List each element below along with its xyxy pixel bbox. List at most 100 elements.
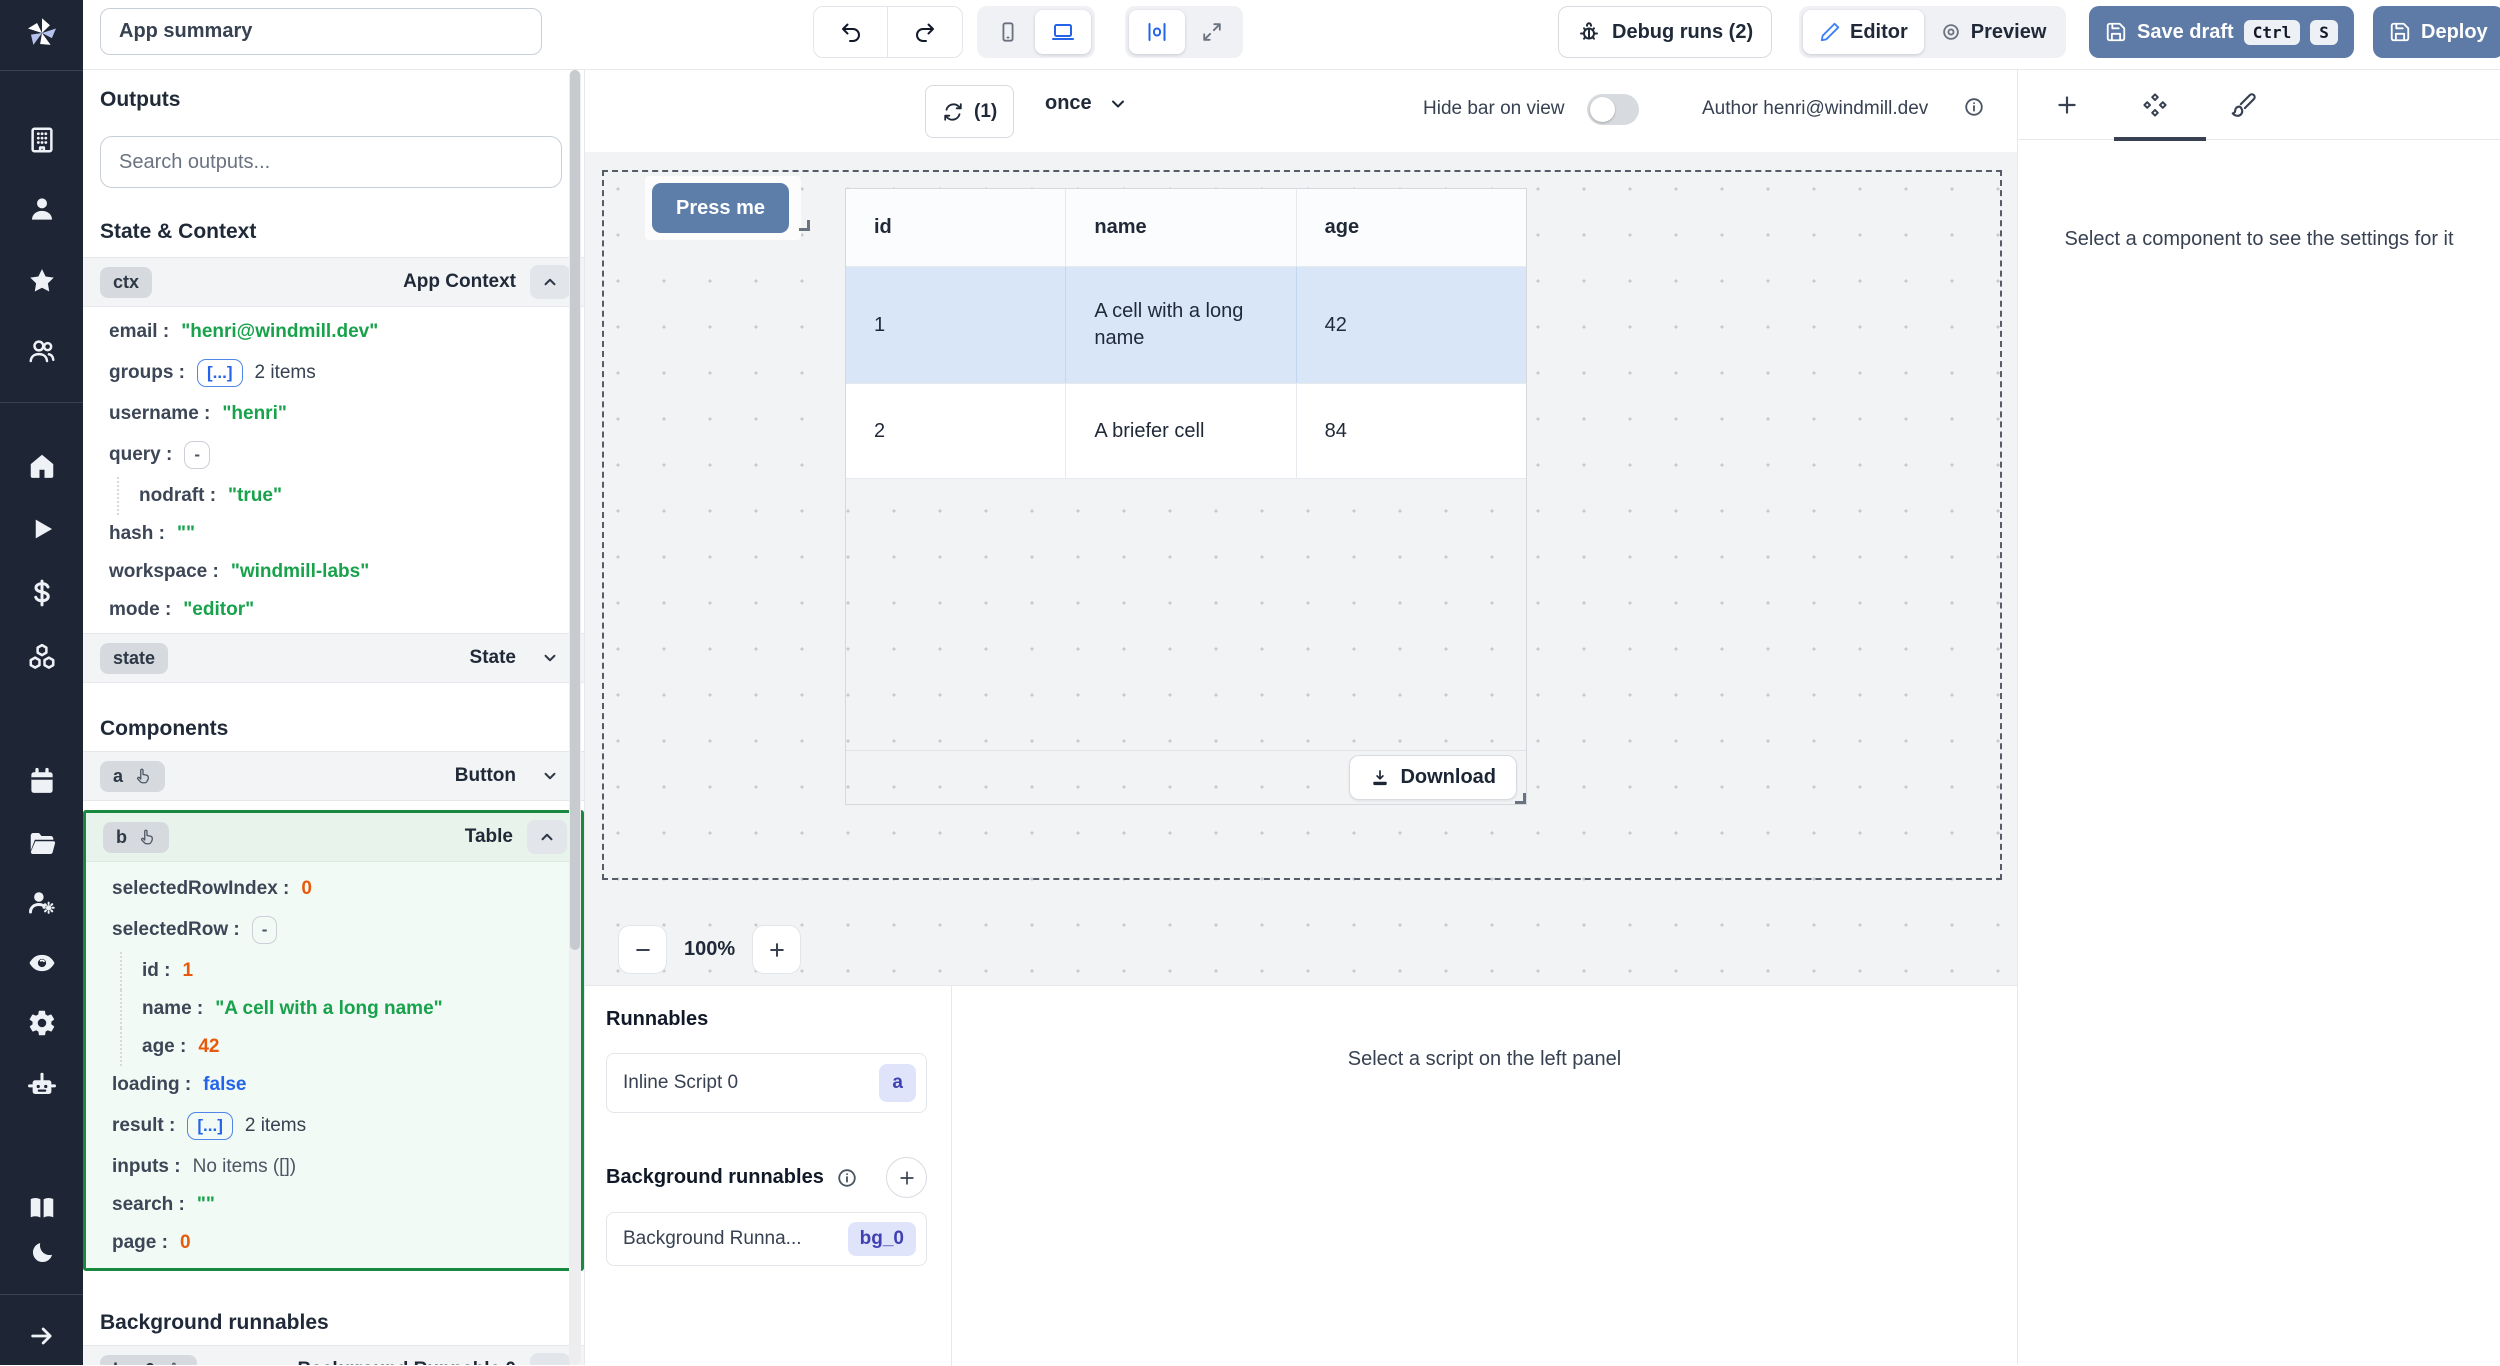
preview-tab[interactable]: Preview	[1924, 10, 2063, 54]
download-icon	[1370, 768, 1390, 788]
collapsed-object-badge[interactable]: -	[184, 441, 210, 469]
outputs-scrollbar[interactable]	[569, 70, 581, 1365]
chevron-up-icon	[541, 1361, 559, 1365]
search-outputs-input[interactable]	[100, 136, 562, 188]
bg0-section-header[interactable]: bg_0 Background Runnable 0	[83, 1345, 584, 1365]
fullscreen-button[interactable]	[1185, 10, 1239, 54]
center-content-button[interactable]	[1129, 10, 1185, 54]
docs-book-icon[interactable]	[27, 1193, 57, 1223]
output-row: page0	[86, 1224, 581, 1262]
output-row: result [...] 2 items	[86, 1104, 581, 1148]
info-icon[interactable]	[836, 1167, 858, 1189]
variables-dollar-icon[interactable]	[27, 578, 57, 608]
redo-button[interactable]	[888, 7, 962, 57]
editor-tab[interactable]: Editor	[1803, 10, 1924, 54]
column-header: age	[1296, 189, 1526, 266]
background-runnable-label: Background Runna...	[623, 1228, 802, 1250]
schedules-calendar-icon[interactable]	[27, 766, 57, 796]
state-id-badge: state	[100, 643, 168, 674]
insert-component-tab[interactable]	[2054, 92, 2080, 118]
output-row: loadingfalse	[86, 1066, 581, 1104]
output-row: mode"editor"	[83, 591, 584, 629]
collapse-arrow-right-icon[interactable]	[28, 1322, 56, 1350]
background-runnable-badge: bg_0	[848, 1222, 916, 1256]
app-summary-input[interactable]	[100, 8, 542, 55]
resize-handle[interactable]	[1515, 793, 1526, 804]
debug-runs-label: Debug runs (2)	[1612, 21, 1753, 44]
zoom-out-button[interactable]	[618, 925, 667, 974]
expand-array-badge[interactable]: [...]	[187, 1112, 233, 1140]
left-nav-rail	[0, 0, 83, 1365]
audit-eye-icon[interactable]	[27, 948, 57, 978]
table-footer: Download	[846, 750, 1526, 804]
component-b-collapse-button[interactable]	[527, 820, 567, 854]
theme-brush-tab[interactable]	[2230, 92, 2256, 118]
refresh-count: (1)	[974, 101, 997, 123]
laptop-icon	[1051, 20, 1075, 44]
favorites-star-icon[interactable]	[27, 266, 57, 296]
collapsed-object-badge[interactable]: -	[252, 916, 278, 944]
home-icon[interactable]	[27, 451, 57, 481]
refresh-button[interactable]: (1)	[925, 85, 1014, 138]
editor-label: Editor	[1850, 21, 1908, 44]
component-b-block-selected: b Table selectedRowIndex0 selectedRow - …	[83, 810, 584, 1271]
desktop-view-button[interactable]	[1035, 10, 1091, 54]
folders-icon[interactable]	[27, 828, 57, 858]
hand-pointer-icon	[134, 767, 152, 785]
component-a-type: Button	[455, 765, 516, 787]
table-row[interactable]: 2 A briefer cell 84	[846, 384, 1526, 479]
ctx-section-header[interactable]: ctx App Context	[83, 257, 584, 307]
download-button[interactable]: Download	[1349, 755, 1517, 800]
hide-bar-toggle[interactable]	[1587, 94, 1639, 125]
ctx-collapse-button[interactable]	[530, 265, 570, 299]
state-section-header[interactable]: state State	[83, 633, 584, 683]
save-icon	[2105, 21, 2127, 43]
expand-array-badge[interactable]: [...]	[197, 359, 243, 387]
save-draft-button[interactable]: Save draft Ctrl S	[2089, 6, 2354, 58]
output-row: nodraft"true"	[117, 477, 584, 515]
schedule-dropdown[interactable]: once	[1045, 92, 1128, 115]
script-empty-message: Select a script on the left panel	[952, 1048, 2017, 1071]
component-a-header[interactable]: a Button	[83, 751, 584, 801]
inline-script-label: Inline Script 0	[623, 1072, 738, 1094]
workspace-icon[interactable]	[27, 125, 57, 155]
workers-users-gear-icon[interactable]	[27, 887, 57, 917]
runnables-list: Runnables Inline Script 0 a Background r…	[585, 986, 952, 1366]
top-toolbar: Debug runs (2) Editor Preview Save draft…	[83, 0, 2500, 70]
mobile-view-button[interactable]	[981, 10, 1035, 54]
press-me-button[interactable]: Press me	[652, 183, 789, 233]
info-icon[interactable]	[1963, 96, 1985, 118]
resize-handle[interactable]	[799, 220, 810, 231]
component-b-header[interactable]: b Table	[86, 813, 581, 862]
background-runnable-item[interactable]: Background Runna... bg_0	[606, 1212, 927, 1266]
state-expand-button[interactable]	[530, 641, 570, 675]
user-icon[interactable]	[27, 194, 57, 224]
minus-icon	[633, 940, 653, 960]
resources-cubes-icon[interactable]	[27, 642, 57, 672]
chevron-down-icon	[541, 649, 559, 667]
state-type-label: State	[470, 647, 516, 669]
component-settings-tab[interactable]	[2142, 92, 2168, 118]
inline-script-item[interactable]: Inline Script 0 a	[606, 1053, 927, 1113]
author-label: Author henri@windmill.dev	[1702, 98, 1928, 120]
table-row-selected[interactable]: 1 A cell with a long name 42	[846, 267, 1526, 384]
deploy-button[interactable]: Deploy	[2373, 6, 2500, 58]
dark-mode-moon-icon[interactable]	[28, 1239, 56, 1267]
undo-button[interactable]	[814, 7, 888, 57]
bg0-collapse-button[interactable]	[530, 1353, 570, 1365]
zoom-controls: 100%	[618, 925, 801, 974]
add-background-runnable-button[interactable]	[886, 1157, 927, 1198]
windmill-logo-icon[interactable]	[24, 15, 60, 51]
settings-gear-icon[interactable]	[27, 1008, 57, 1038]
device-toggle-group	[977, 6, 1095, 58]
zoom-in-button[interactable]	[752, 925, 801, 974]
table-cell: 1	[846, 267, 1065, 383]
plus-icon	[897, 1168, 917, 1188]
script-settings-empty: Select a script on the left panel	[952, 986, 2017, 1366]
debug-runs-button[interactable]: Debug runs (2)	[1558, 6, 1772, 58]
runs-play-icon[interactable]	[27, 514, 57, 544]
component-a-expand-button[interactable]	[530, 759, 570, 793]
table-cell: A cell with a long name	[1065, 267, 1295, 383]
groups-icon[interactable]	[27, 336, 57, 366]
ai-robot-icon[interactable]	[27, 1069, 57, 1099]
